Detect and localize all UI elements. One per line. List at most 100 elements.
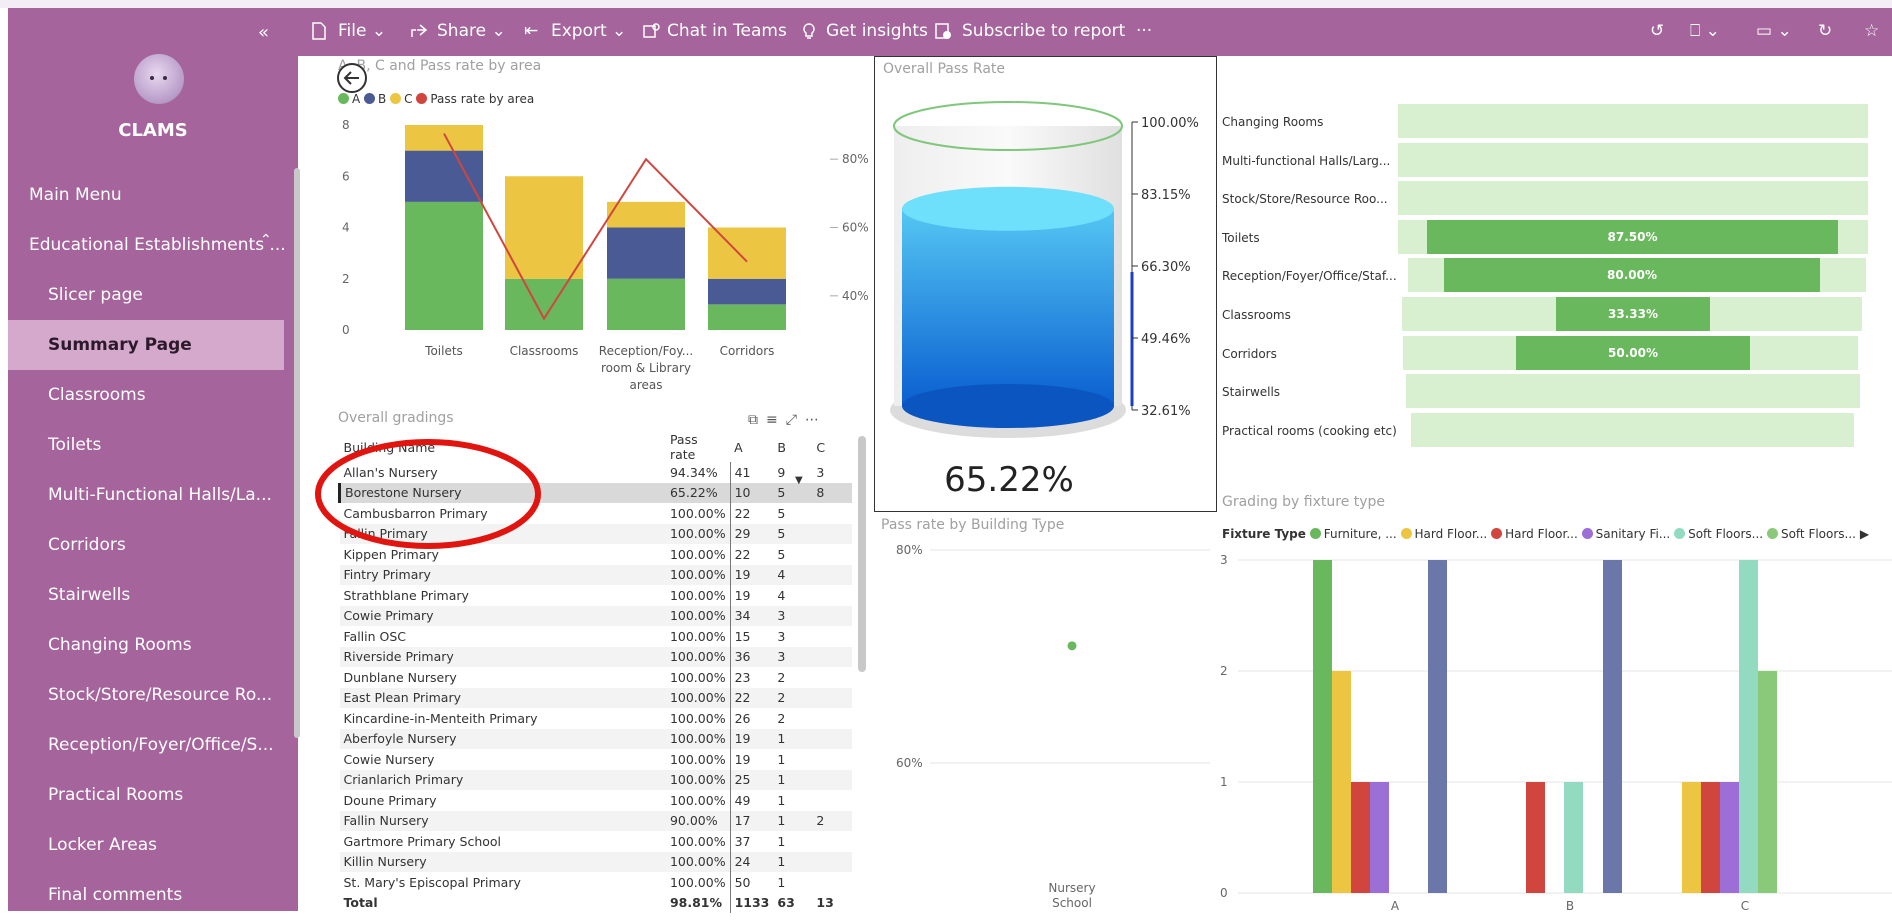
cell-c: 2 [812, 810, 852, 831]
data-point[interactable] [1067, 641, 1077, 651]
favorite-icon[interactable]: ☆ [1864, 21, 1879, 41]
cell-pass-rate: 100.00% [665, 708, 731, 729]
subscribe-button[interactable]: Subscribe to report [962, 21, 1125, 41]
legend-hard-floor-2: Hard Floor... [1491, 527, 1578, 541]
fixture-bar[interactable] [1332, 671, 1351, 893]
share-menu[interactable]: Share ⌄ [437, 21, 506, 41]
table-row[interactable]: Kincardine-in-Menteith Primary 100.00% 26 2 [340, 708, 852, 729]
nav-item-6[interactable]: Multi-Functional Halls/La... [8, 470, 284, 520]
back-arrow-icon[interactable] [336, 62, 368, 94]
gauge-liquid-bottom [902, 384, 1114, 428]
nav-item-5[interactable]: Toilets [8, 420, 284, 470]
area-chart: 0 2 4 6 8 40% 60% 80% Toilets Classrooms Reception… [342, 118, 869, 392]
table-row[interactable]: Strathblane Primary 100.00% 19 4 [340, 585, 852, 606]
bookmark-icon[interactable]: ⎕ ⌄ [1690, 21, 1720, 41]
fixture-bar[interactable] [1682, 782, 1701, 893]
nav-item-8[interactable]: Stairwells [8, 570, 284, 620]
nav-item-14[interactable]: Final comments [8, 870, 284, 920]
table-scrollbar[interactable] [858, 436, 866, 672]
col-pass-rate[interactable]: Pass rate [666, 432, 730, 462]
bar-c[interactable] [505, 176, 583, 279]
sort-desc-icon[interactable]: ▼ [795, 475, 803, 486]
cell-a: 37 [734, 833, 751, 849]
table-visual-icons[interactable]: ⧉≡⤢⋯ [748, 412, 827, 428]
bar-a[interactable] [405, 201, 483, 330]
fixture-bar[interactable] [1603, 560, 1622, 893]
fixture-bar[interactable] [1701, 782, 1720, 893]
bar-a[interactable] [607, 278, 685, 330]
table-row[interactable]: Cowie Primary 100.00% 34 3 [339, 605, 852, 626]
fixture-bar[interactable] [1526, 782, 1545, 893]
refresh-icon[interactable]: ↻ [1818, 21, 1832, 41]
funnel-bar-bg[interactable] [1406, 374, 1860, 409]
col-b[interactable]: B [773, 432, 812, 462]
funnel-bar[interactable]: 50.00% [1516, 335, 1750, 370]
view-icon[interactable]: ▭ ⌄ [1756, 21, 1792, 41]
nav-item-2[interactable]: Slicer page [8, 270, 284, 320]
fixture-bar[interactable] [1758, 671, 1777, 893]
fixture-bar[interactable] [1351, 782, 1370, 893]
x-category-label: room & Library [601, 361, 691, 375]
fixture-bar[interactable] [1564, 782, 1583, 893]
nav-item-4[interactable]: Classrooms [8, 370, 284, 420]
funnel-bar[interactable]: 87.50% [1427, 219, 1838, 254]
bar-b[interactable] [405, 150, 483, 202]
export-menu[interactable]: Export ⌄ [551, 21, 626, 41]
expand-chevron-icon[interactable]: ⌃ [260, 232, 272, 248]
nav-item-3[interactable]: Summary Page [8, 320, 284, 370]
table-row[interactable]: Riverside Primary 100.00% 36 3 [339, 646, 852, 667]
table-row[interactable]: Crianlarich Primary 100.00% 25 1 [339, 769, 852, 790]
fixture-bar[interactable] [1313, 560, 1332, 893]
cell-b: 5 [777, 505, 786, 521]
reset-icon[interactable]: ↺ [1650, 21, 1664, 41]
fixture-bar[interactable] [1428, 560, 1447, 893]
table-row[interactable]: Aberfoyle Nursery 100.00% 19 1 [339, 728, 852, 749]
bar-a[interactable] [505, 278, 583, 330]
pass-rate-line[interactable] [443, 133, 748, 321]
table-row[interactable]: Dunblane Nursery 100.00% 23 2 [340, 667, 852, 688]
bar-b[interactable] [607, 227, 685, 279]
nav-item-9[interactable]: Changing Rooms [8, 620, 284, 670]
bar-a[interactable] [708, 304, 786, 330]
nav-item-0[interactable]: Main Menu [8, 170, 284, 220]
bar-b[interactable] [708, 278, 786, 305]
funnel-bar[interactable]: 33.33% [1556, 297, 1710, 331]
col-a[interactable]: A [730, 432, 773, 462]
file-menu[interactable]: File ⌄ [338, 21, 386, 41]
funnel-bar-bg[interactable] [1398, 181, 1868, 216]
table-row[interactable]: Gartmore Primary School 100.00% 37 1 [340, 831, 852, 852]
table-row[interactable]: Doune Primary 100.00% 49 1 [340, 790, 852, 811]
table-row[interactable]: Fallin Nursery 90.00% 17 1 2 [339, 810, 852, 831]
chat-in-teams-button[interactable]: Chat in Teams [667, 21, 787, 41]
table-row[interactable]: Fintry Primary 100.00% 19 4 [339, 564, 852, 585]
table-row[interactable]: Fallin OSC 100.00% 15 3 [340, 626, 852, 647]
legend-next-icon[interactable]: ▶ [1860, 527, 1869, 541]
funnel-bar-bg[interactable] [1411, 412, 1854, 447]
bar-c[interactable] [607, 201, 685, 228]
funnel-bar-bg[interactable] [1398, 142, 1868, 177]
fixture-bar[interactable] [1739, 560, 1758, 893]
nav-item-13[interactable]: Locker Areas [8, 820, 284, 870]
x-category-label: Nursery [1048, 881, 1095, 895]
sidebar-scrollbar[interactable] [294, 168, 300, 738]
nav-item-12[interactable]: Practical Rooms [8, 770, 284, 820]
table-row[interactable]: Killin Nursery 100.00% 24 1 [339, 851, 852, 872]
nav-item-10[interactable]: Stock/Store/Resource Ro... [8, 670, 284, 720]
funnel-bar-bg[interactable] [1398, 104, 1868, 138]
fixture-bar[interactable] [1720, 782, 1739, 893]
nav-item-11[interactable]: Reception/Foyer/Office/S... [8, 720, 284, 770]
funnel-bar[interactable]: 80.00% [1444, 258, 1820, 293]
nav-item-1[interactable]: Educational Establishments ... [8, 220, 284, 270]
fixture-bar[interactable] [1370, 782, 1389, 893]
table-row[interactable]: St. Mary's Episcopal Primary 100.00% 50 1 [340, 872, 852, 893]
col-c[interactable]: C [812, 432, 851, 462]
bar-c[interactable] [405, 125, 483, 151]
nav-item-7[interactable]: Corridors [8, 520, 284, 570]
collapse-sidebar-icon[interactable]: « [258, 22, 269, 43]
get-insights-button[interactable]: Get insights [826, 21, 928, 41]
cell-name: Aberfoyle Nursery [339, 728, 666, 749]
table-row[interactable]: Cowie Nursery 100.00% 19 1 [340, 749, 852, 770]
table-row[interactable]: East Plean Primary 100.00% 22 2 [339, 687, 852, 708]
cell-c [812, 708, 851, 729]
more-options-button[interactable]: ··· [1136, 21, 1152, 41]
